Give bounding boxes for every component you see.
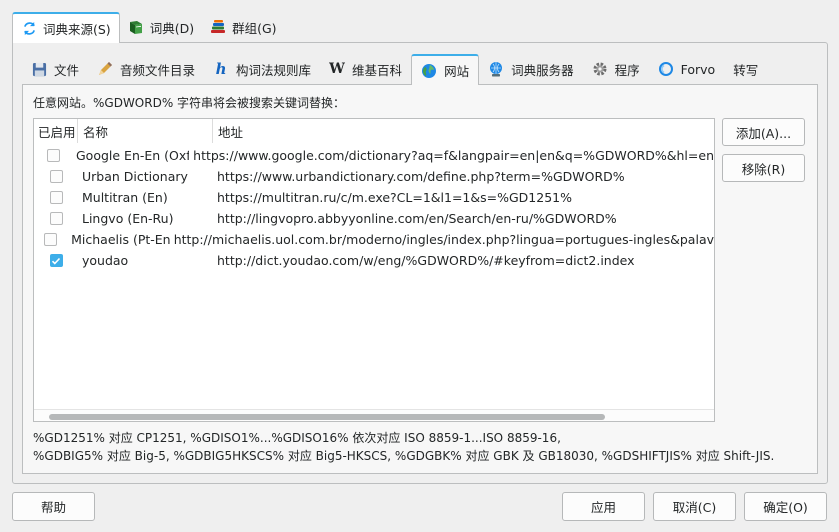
site-address: http://michaelis.uol.com.br/moderno/ingl…	[173, 232, 714, 247]
tab-websites[interactable]: 网站	[411, 54, 480, 85]
tab-label: 文件	[54, 62, 80, 78]
column-header-enabled[interactable]: 已启用	[34, 119, 78, 143]
tab-label: 词典来源(S)	[43, 22, 111, 37]
network-icon	[488, 61, 504, 77]
site-name: youdao	[82, 253, 129, 268]
tab-morphology[interactable]: h 构词法规则库	[204, 54, 320, 84]
websites-description: 任意网站。%GDWORD% 字符串将会被搜索关键词替换：	[33, 96, 346, 110]
ok-button[interactable]: 确定(O)	[744, 492, 827, 521]
site-address: https://multitran.ru/c/m.exe?CL=1&l1=1&s…	[217, 190, 572, 205]
encoding-note-line-2: %GDBIG5% 对应 Big-5, %GDBIG5HKSCS% 对应 Big5…	[33, 449, 775, 463]
save-icon	[31, 61, 47, 77]
apply-button[interactable]: 应用	[562, 492, 645, 521]
enabled-checkbox[interactable]	[49, 191, 63, 204]
tab-label: 词典(D)	[149, 20, 195, 36]
gear-icon	[592, 61, 608, 77]
tab-label: 转写	[733, 62, 759, 78]
book-icon	[128, 19, 144, 35]
tab-label: 音频文件目录	[120, 62, 196, 78]
tab-sound-dirs[interactable]: 音频文件目录	[88, 54, 204, 84]
add-button[interactable]: 添加(A)...	[722, 118, 805, 146]
wikipedia-icon: W	[329, 61, 345, 77]
checkmark-icon	[51, 257, 61, 265]
tab-dictionaries[interactable]: 词典(D)	[120, 12, 202, 42]
enabled-checkbox[interactable]	[46, 149, 60, 162]
table-row[interactable]: Lingvo (En-Ru) http://lingvopro.abbyyonl…	[34, 208, 714, 229]
top-tab-bar: 词典来源(S) 词典(D) 群组(G)	[12, 12, 285, 43]
enabled-checkbox[interactable]	[44, 233, 58, 246]
pencil-icon	[97, 61, 113, 77]
table-row[interactable]: Michaelis (Pt-En) http://michaelis.uol.c…	[34, 229, 714, 250]
table-header: 已启用 名称 地址	[34, 119, 714, 143]
tab-label: 构词法规则库	[236, 62, 312, 78]
tab-groups[interactable]: 群组(G)	[202, 12, 284, 42]
books-stack-icon	[210, 19, 226, 35]
site-name: Urban Dictionary	[82, 169, 188, 184]
table-row[interactable]: youdao http://dict.youdao.com/w/eng/%GDW…	[34, 250, 714, 271]
site-name: Michaelis (Pt-En)	[71, 232, 170, 247]
site-name: Google En-En (Oxford)	[76, 148, 190, 163]
site-address: https://www.urbandictionary.com/define.p…	[217, 169, 625, 184]
site-address: http://dict.youdao.com/w/eng/%GDWORD%/#k…	[217, 253, 635, 268]
tab-label: 程序	[614, 62, 640, 78]
websites-table[interactable]: 已启用 名称 地址 Google En-En (Oxford) https://…	[33, 118, 715, 422]
tab-dict-servers[interactable]: 词典服务器	[479, 54, 583, 84]
site-address: http://lingvopro.abbyyonline.com/en/Sear…	[217, 211, 617, 226]
table-row[interactable]: Urban Dictionary https://www.urbandictio…	[34, 166, 714, 187]
site-address: https://www.google.com/dictionary?aq=f&l…	[193, 148, 714, 163]
encoding-note-line-1: %GD1251% 对应 CP1251, %GDISO1%...%GDISO16%…	[33, 431, 561, 445]
cancel-button[interactable]: 取消(C)	[653, 492, 736, 521]
enabled-checkbox[interactable]	[49, 254, 63, 267]
refresh-icon	[21, 21, 37, 37]
tab-label: 词典服务器	[511, 62, 574, 78]
column-header-address[interactable]: 地址	[213, 119, 714, 143]
sub-tab-bar: 文件 音频文件目录 h 构词法规则库 W 维基百科 网站 词典服务器 程序 Fo…	[22, 54, 767, 85]
horizontal-scrollbar[interactable]	[34, 409, 714, 421]
enabled-checkbox[interactable]	[49, 170, 63, 183]
enabled-checkbox[interactable]	[49, 212, 63, 225]
tab-programs[interactable]: 程序	[583, 54, 649, 84]
tab-transliteration[interactable]: 转写	[724, 54, 767, 84]
table-row[interactable]: Multitran (En) https://multitran.ru/c/m.…	[34, 187, 714, 208]
tab-label: 群组(G)	[232, 20, 277, 36]
tab-label: 维基百科	[352, 62, 403, 78]
table-row[interactable]: Google En-En (Oxford) https://www.google…	[34, 145, 714, 166]
tab-wikipedia[interactable]: W 维基百科	[320, 54, 411, 84]
hunspell-icon: h	[215, 60, 227, 78]
globe-icon	[421, 63, 437, 79]
tab-forvo[interactable]: Forvo	[649, 54, 725, 84]
site-name: Lingvo (En-Ru)	[82, 211, 174, 226]
help-button[interactable]: 帮助	[12, 492, 95, 521]
site-name: Multitran (En)	[82, 190, 168, 205]
remove-button[interactable]: 移除(R)	[722, 154, 805, 182]
scrollbar-thumb[interactable]	[49, 414, 605, 420]
tab-dictionary-sources[interactable]: 词典来源(S)	[12, 12, 120, 43]
tab-label: Forvo	[680, 61, 716, 77]
column-header-name[interactable]: 名称	[78, 119, 213, 143]
tab-files[interactable]: 文件	[22, 54, 88, 84]
forvo-icon	[658, 61, 674, 77]
tab-label: 网站	[444, 64, 470, 79]
